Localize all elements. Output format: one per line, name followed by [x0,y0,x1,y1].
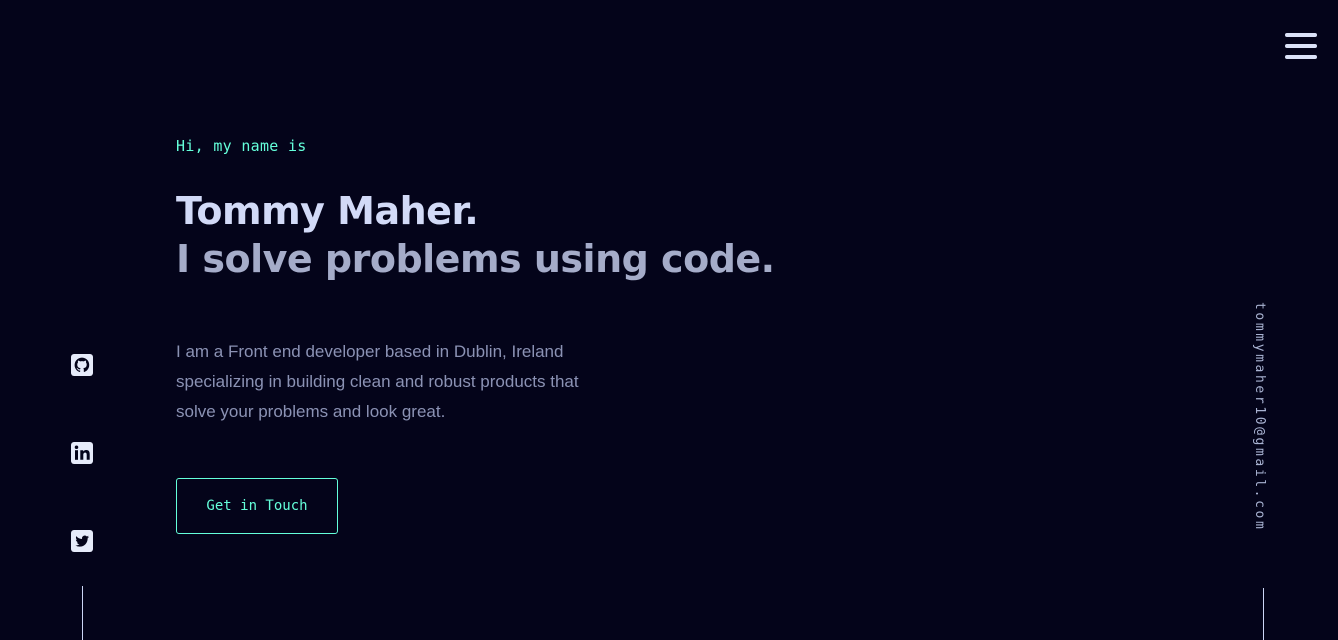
hero-tagline: I solve problems using code. [176,237,775,281]
email-divider-line [1263,588,1264,640]
github-link[interactable] [71,354,93,376]
hero-name: Tommy Maher. [176,189,479,233]
hamburger-menu-icon-bar [1285,44,1317,48]
email-link[interactable]: tommymaher10@gmail.com [1252,302,1267,531]
github-icon [71,354,93,376]
linkedin-icon [71,442,93,464]
hamburger-menu-icon-bar [1285,55,1317,59]
twitter-icon [71,530,93,552]
twitter-link[interactable] [71,530,93,552]
hero-bio: I am a Front end developer based in Dubl… [176,342,579,421]
menu-button[interactable] [1284,31,1318,61]
social-divider-line [82,586,83,640]
hamburger-menu-icon [1285,33,1317,37]
greeting-text: Hi, my name is [176,137,307,155]
linkedin-link[interactable] [71,442,93,464]
get-in-touch-button[interactable]: Get in Touch [176,478,338,534]
